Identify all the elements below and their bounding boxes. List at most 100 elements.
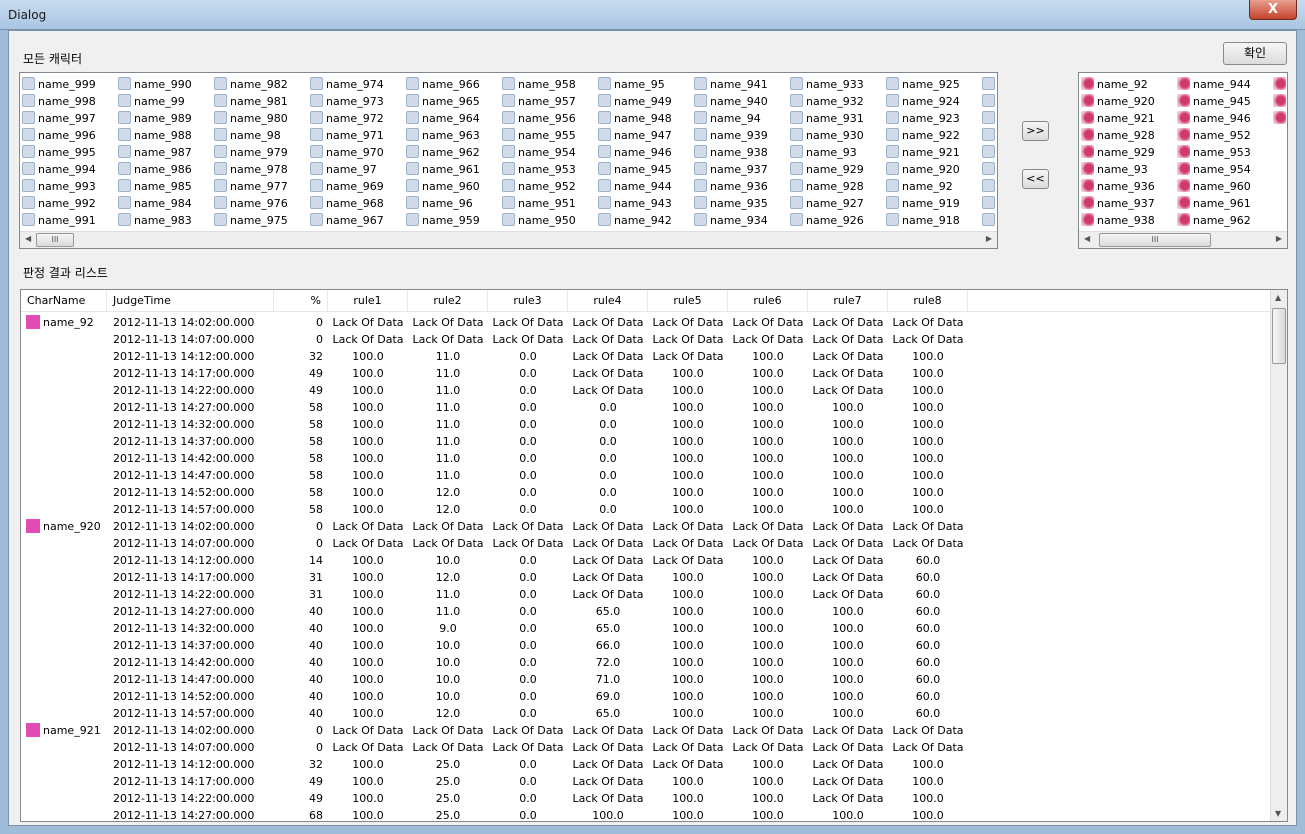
- list-item[interactable]: name_944: [598, 178, 672, 195]
- list-item[interactable]: [982, 144, 997, 161]
- table-row[interactable]: 2012-11-13 14:17:00.000 49 100.0 25.0 0.0 Lac…: [21, 773, 1271, 790]
- list-item[interactable]: name_993: [22, 178, 96, 195]
- list-item[interactable]: name_952: [1177, 127, 1251, 144]
- list-item[interactable]: name_958: [502, 76, 576, 93]
- column-header-rule6[interactable]: rule6: [728, 290, 808, 312]
- list-item[interactable]: name_930: [790, 127, 864, 144]
- list-item[interactable]: name_943: [598, 195, 672, 212]
- list-item[interactable]: name_92: [1081, 76, 1148, 93]
- list-item[interactable]: name_945: [1177, 93, 1251, 110]
- table-row[interactable]: 2012-11-13 14:27:00.000 58 100.0 11.0 0.0 0.0…: [21, 399, 1271, 416]
- list-item[interactable]: name_963: [406, 127, 480, 144]
- table-row[interactable]: 2012-11-13 14:27:00.000 40 100.0 11.0 0.0 65.…: [21, 603, 1271, 620]
- list-item[interactable]: name_969: [310, 178, 384, 195]
- list-item[interactable]: name_961: [406, 161, 480, 178]
- column-header-charname[interactable]: CharName: [21, 290, 107, 312]
- list-item[interactable]: name_995: [22, 144, 96, 161]
- list-item[interactable]: name_937: [1081, 195, 1155, 212]
- list-item[interactable]: name_988: [118, 127, 192, 144]
- list-item[interactable]: name_921: [886, 144, 960, 161]
- list-item[interactable]: name_972: [310, 110, 384, 127]
- list-item[interactable]: name_959: [406, 212, 480, 229]
- close-button[interactable]: X: [1249, 0, 1297, 20]
- table-row[interactable]: 2012-11-13 14:37:00.000 58 100.0 11.0 0.0 0.0…: [21, 433, 1271, 450]
- selected-characters-list[interactable]: ◀ III ▶ name_92 name_920 name_921 name_928 n…: [1078, 72, 1288, 249]
- list-item[interactable]: name_93: [1081, 161, 1148, 178]
- list-item[interactable]: name_977: [214, 178, 288, 195]
- column-header-rule3[interactable]: rule3: [488, 290, 568, 312]
- list-item[interactable]: name_934: [694, 212, 768, 229]
- list-item[interactable]: name_97: [310, 161, 377, 178]
- list-item[interactable]: name_962: [1177, 212, 1251, 229]
- list-item[interactable]: name_953: [1177, 144, 1251, 161]
- table-row[interactable]: 2012-11-13 14:52:00.000 40 100.0 10.0 0.0 69.…: [21, 688, 1271, 705]
- horizontal-scrollbar[interactable]: ◀ III ▶: [1079, 231, 1287, 248]
- table-row[interactable]: 2012-11-13 14:07:00.000 0 Lack Of Data Lack…: [21, 331, 1271, 348]
- list-item[interactable]: name_925: [886, 76, 960, 93]
- column-header-percent[interactable]: %: [274, 290, 328, 312]
- list-item[interactable]: name_940: [694, 93, 768, 110]
- list-item[interactable]: name_939: [694, 127, 768, 144]
- list-item[interactable]: name_980: [214, 110, 288, 127]
- list-item[interactable]: name_928: [790, 178, 864, 195]
- list-item[interactable]: name_970: [310, 144, 384, 161]
- list-item[interactable]: name_997: [22, 110, 96, 127]
- list-item[interactable]: name_920: [1081, 93, 1155, 110]
- list-item[interactable]: name_999: [22, 76, 96, 93]
- list-item[interactable]: name_938: [1081, 212, 1155, 229]
- list-item[interactable]: name_954: [502, 144, 576, 161]
- list-item[interactable]: name_94: [694, 110, 761, 127]
- table-row[interactable]: 2012-11-13 14:52:00.000 58 100.0 12.0 0.0 0.0…: [21, 484, 1271, 501]
- list-item[interactable]: name_976: [214, 195, 288, 212]
- list-item[interactable]: name_949: [598, 93, 672, 110]
- list-item[interactable]: name_998: [22, 93, 96, 110]
- scroll-left-icon[interactable]: ◀: [25, 234, 31, 243]
- list-item[interactable]: name_926: [790, 212, 864, 229]
- list-item[interactable]: name_93: [790, 144, 857, 161]
- list-item[interactable]: name_918: [886, 212, 960, 229]
- list-item[interactable]: name_953: [502, 161, 576, 178]
- table-row[interactable]: name_921 2012-11-13 14:02:00.000 0 Lack Of …: [21, 722, 1271, 739]
- all-characters-list[interactable]: ◀ III ▶ name_999 name_998 name_997 name_996…: [19, 72, 998, 249]
- table-row[interactable]: 2012-11-13 14:22:00.000 49 100.0 25.0 0.0 Lac…: [21, 790, 1271, 807]
- list-item[interactable]: name_957: [502, 93, 576, 110]
- list-item[interactable]: name_978: [214, 161, 288, 178]
- column-header-rule2[interactable]: rule2: [408, 290, 488, 312]
- list-item[interactable]: name_954: [1177, 161, 1251, 178]
- list-item[interactable]: name_965: [406, 93, 480, 110]
- list-item[interactable]: [982, 195, 997, 212]
- table-row[interactable]: 2012-11-13 14:07:00.000 0 Lack Of Data Lack…: [21, 739, 1271, 756]
- list-item[interactable]: name_991: [22, 212, 96, 229]
- table-row[interactable]: 2012-11-13 14:47:00.000 40 100.0 10.0 0.0 71.…: [21, 671, 1271, 688]
- table-row[interactable]: 2012-11-13 14:12:00.000 14 100.0 10.0 0.0 Lac…: [21, 552, 1271, 569]
- list-item[interactable]: name_946: [598, 144, 672, 161]
- list-item[interactable]: name_944: [1177, 76, 1251, 93]
- list-item[interactable]: [982, 178, 997, 195]
- list-item[interactable]: name_95: [598, 76, 665, 93]
- list-item[interactable]: name_923: [886, 110, 960, 127]
- table-row[interactable]: 2012-11-13 14:17:00.000 49 100.0 11.0 0.0 Lac…: [21, 365, 1271, 382]
- column-header-rule1[interactable]: rule1: [328, 290, 408, 312]
- table-row[interactable]: 2012-11-13 14:57:00.000 40 100.0 12.0 0.0 65.…: [21, 705, 1271, 722]
- list-item[interactable]: name_996: [22, 127, 96, 144]
- list-item[interactable]: name_99: [118, 93, 185, 110]
- list-item[interactable]: name_973: [310, 93, 384, 110]
- table-row[interactable]: 2012-11-13 14:12:00.000 32 100.0 11.0 0.0 Lac…: [21, 348, 1271, 365]
- list-item[interactable]: name_938: [694, 144, 768, 161]
- scrollbar-thumb[interactable]: III: [36, 233, 74, 247]
- list-item[interactable]: name_992: [22, 195, 96, 212]
- list-item[interactable]: name_982: [214, 76, 288, 93]
- list-item[interactable]: name_971: [310, 127, 384, 144]
- list-item[interactable]: name_989: [118, 110, 192, 127]
- table-row[interactable]: 2012-11-13 14:57:00.000 58 100.0 12.0 0.0 0.0…: [21, 501, 1271, 518]
- column-header-judgetime[interactable]: JudgeTime: [107, 290, 274, 312]
- list-item[interactable]: name_948: [598, 110, 672, 127]
- list-item[interactable]: name_975: [214, 212, 288, 229]
- list-item[interactable]: name_955: [502, 127, 576, 144]
- list-item[interactable]: name_929: [790, 161, 864, 178]
- table-row[interactable]: 2012-11-13 14:47:00.000 58 100.0 11.0 0.0 0.0…: [21, 467, 1271, 484]
- list-item[interactable]: name_928: [1081, 127, 1155, 144]
- list-item[interactable]: name_983: [118, 212, 192, 229]
- table-row[interactable]: 2012-11-13 14:22:00.000 31 100.0 11.0 0.0 Lac…: [21, 586, 1271, 603]
- list-item[interactable]: name_919: [886, 195, 960, 212]
